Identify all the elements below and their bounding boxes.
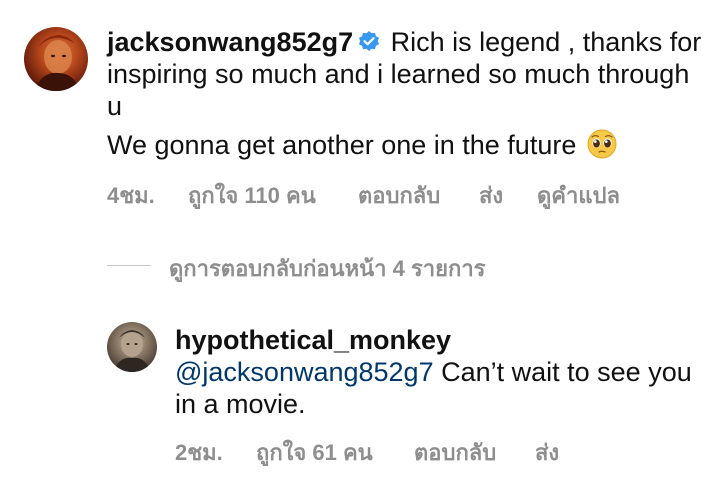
reply-timestamp: 2ชม. <box>175 440 223 465</box>
reply-likes[interactable]: ถูกใจ 61 คน <box>256 435 373 470</box>
comment-text-line2: We gonna get another one in the future <box>107 128 618 161</box>
reply-send-button[interactable]: ส่ง <box>535 435 559 470</box>
reply-meta: 2ชม. ถูกใจ 61 คน ตอบกลับ ส่ง <box>0 435 722 465</box>
comment-likes[interactable]: ถูกใจ 110 คน <box>188 178 316 213</box>
profile-photo-icon <box>34 35 80 91</box>
comment-reply-button[interactable]: ตอบกลับ <box>358 178 440 213</box>
avatar[interactable] <box>24 27 88 91</box>
view-previous-replies[interactable]: ดูการตอบกลับก่อนหน้า 4 รายการ <box>107 251 607 281</box>
comment-meta: 4ชม. ถูกใจ 110 คน ตอบกลับ ส่ง ดูคำแปล <box>0 178 722 208</box>
comment-translate-button[interactable]: ดูคำแปล <box>537 178 620 213</box>
reply-reply-button[interactable]: ตอบกลับ <box>414 435 496 470</box>
comment-send-button[interactable]: ส่ง <box>479 178 503 213</box>
reply-mention[interactable]: @jacksonwang852g7 <box>175 357 434 387</box>
comment-username[interactable]: jacksonwang852g7 <box>107 27 353 57</box>
verified-badge-icon <box>359 31 380 51</box>
comment-timestamp: 4ชม. <box>107 183 155 208</box>
pleading-face-emoji-icon <box>587 129 617 159</box>
comment-text-continued: We gonna get another one in the future <box>107 130 577 160</box>
reply-body: hypothetical_monkey @jacksonwang852g7 Ca… <box>175 324 705 420</box>
reply-avatar[interactable] <box>107 322 157 372</box>
divider <box>107 265 151 266</box>
profile-photo-icon <box>113 330 151 372</box>
reply-username[interactable]: hypothetical_monkey <box>175 325 451 355</box>
comment-thread: jacksonwang852g7 Rich is legend , thanks… <box>0 0 722 495</box>
view-replies-label[interactable]: ดูการตอบกลับก่อนหน้า 4 รายการ <box>169 251 486 286</box>
comment-body: jacksonwang852g7 Rich is legend , thanks… <box>107 26 707 122</box>
